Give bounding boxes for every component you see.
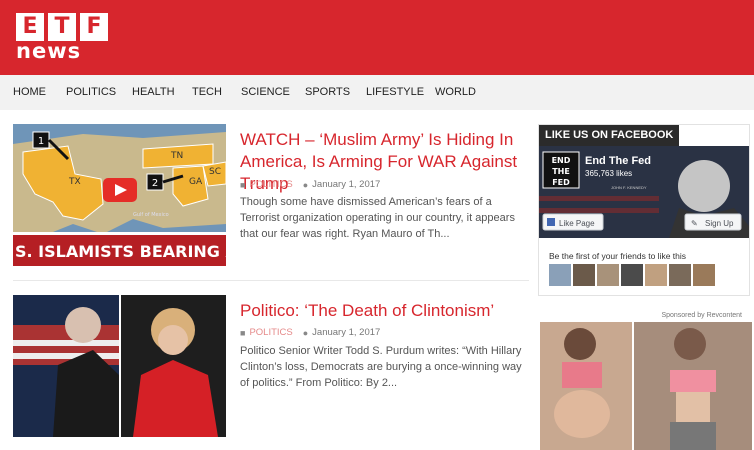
facebook-likes: 365,763 likes: [585, 169, 632, 178]
avatar[interactable]: [549, 264, 571, 286]
nav-item-politics[interactable]: POLITICS: [66, 75, 116, 110]
like-page-button[interactable]: Like Page: [542, 213, 604, 231]
map-label: SC: [209, 167, 221, 177]
nav-item-lifestyle[interactable]: LIFESTYLE: [366, 75, 424, 110]
avatar[interactable]: [597, 264, 619, 286]
map-label: TX: [68, 177, 81, 187]
article-excerpt: Politico Senior Writer Todd S. Purdum wr…: [240, 345, 522, 389]
fb-logo-line: THE: [552, 167, 570, 176]
folder-icon: ■: [240, 327, 246, 338]
avatar[interactable]: [693, 264, 715, 286]
logo-letter: F: [80, 13, 108, 41]
fb-logo-line: FED: [552, 178, 570, 187]
avatar[interactable]: [645, 264, 667, 286]
nav-item-home[interactable]: HOME: [13, 75, 46, 110]
site-logo[interactable]: E T F news: [16, 13, 108, 63]
svg-text:Like Page: Like Page: [559, 219, 595, 228]
map-label: GA: [189, 177, 203, 187]
article-meta: ■ POLITICS ● January 1, 2017: [240, 327, 380, 338]
article-thumbnail[interactable]: 1 2 TX TN GA SC Gulf of Mexico S. ISLAMI…: [13, 124, 226, 266]
nav-item-world[interactable]: WORLD: [435, 75, 476, 110]
article-category-link[interactable]: POLITICS: [249, 179, 292, 190]
facebook-friend-avatars: [549, 264, 715, 286]
sponsored-label[interactable]: Sponsored by Revcontent: [661, 312, 742, 319]
logo-letter: E: [16, 13, 44, 41]
map-label: 1: [38, 136, 44, 147]
avatar[interactable]: [573, 264, 595, 286]
folder-icon: ■: [240, 179, 246, 190]
ad-photo: [540, 322, 752, 450]
logo-letter: T: [48, 13, 76, 41]
facebook-icon: [547, 218, 555, 226]
fb-logo-line: END: [552, 156, 571, 165]
pencil-icon: ✎: [691, 219, 698, 228]
nav-item-tech[interactable]: TECH: [192, 75, 222, 110]
avatar[interactable]: [669, 264, 691, 286]
article-divider: [13, 280, 529, 281]
map-label: 2: [152, 178, 158, 189]
facebook-friends-text: Be the first of your friends to like thi…: [549, 251, 687, 261]
article-card: 1 2 TX TN GA SC Gulf of Mexico S. ISLAMI…: [13, 124, 529, 269]
clock-icon: ●: [302, 179, 309, 190]
facebook-heading: LIKE US ON FACEBOOK: [539, 125, 680, 146]
map-label: TN: [170, 151, 183, 161]
clinton-photo-image: [13, 295, 226, 437]
svg-text:Sign Up: Sign Up: [705, 219, 734, 228]
article-meta: ■ POLITICS ● January 1, 2017: [240, 179, 380, 190]
sponsored-ad-image[interactable]: [540, 322, 752, 450]
facebook-widget: LIKE US ON FACEBOOK END THE FED End The …: [538, 124, 750, 296]
logo-word: news: [16, 39, 82, 63]
article-category-link[interactable]: POLITICS: [249, 327, 292, 338]
map-video-image: 1 2 TX TN GA SC Gulf of Mexico S. ISLAMI…: [13, 124, 226, 266]
nav-item-science[interactable]: SCIENCE: [241, 75, 290, 110]
article-thumbnail[interactable]: [13, 295, 226, 437]
sign-up-button[interactable]: ✎ Sign Up: [684, 213, 742, 231]
article-excerpt: Though some have dismissed American’s fe…: [240, 196, 515, 240]
article-card: Politico: ‘The Death of Clintonism’ ■ PO…: [13, 295, 529, 440]
avatar[interactable]: [621, 264, 643, 286]
nav-item-sports[interactable]: SPORTS: [305, 75, 350, 110]
map-label: Gulf of Mexico: [133, 212, 169, 218]
facebook-page-name: End The Fed: [585, 155, 651, 167]
facebook-cover[interactable]: END THE FED End The Fed 365,763 likes JO…: [539, 146, 749, 238]
article-date: January 1, 2017: [312, 179, 381, 190]
cover-caption: JOHN F. KENNEDY: [611, 185, 647, 190]
nav-item-health[interactable]: HEALTH: [132, 75, 175, 110]
article-title-link[interactable]: Politico: ‘The Death of Clintonism’: [240, 300, 530, 322]
main-nav: HOME POLITICS HEALTH TECH SCIENCE SPORTS…: [0, 75, 754, 110]
clock-icon: ●: [302, 327, 309, 338]
article-date: January 1, 2017: [312, 327, 381, 338]
site-header: E T F news: [0, 0, 754, 75]
banner-text: S. ISLAMISTS BEARING AR: [15, 242, 226, 261]
cover-image: END THE FED End The Fed 365,763 likes JO…: [539, 146, 749, 238]
